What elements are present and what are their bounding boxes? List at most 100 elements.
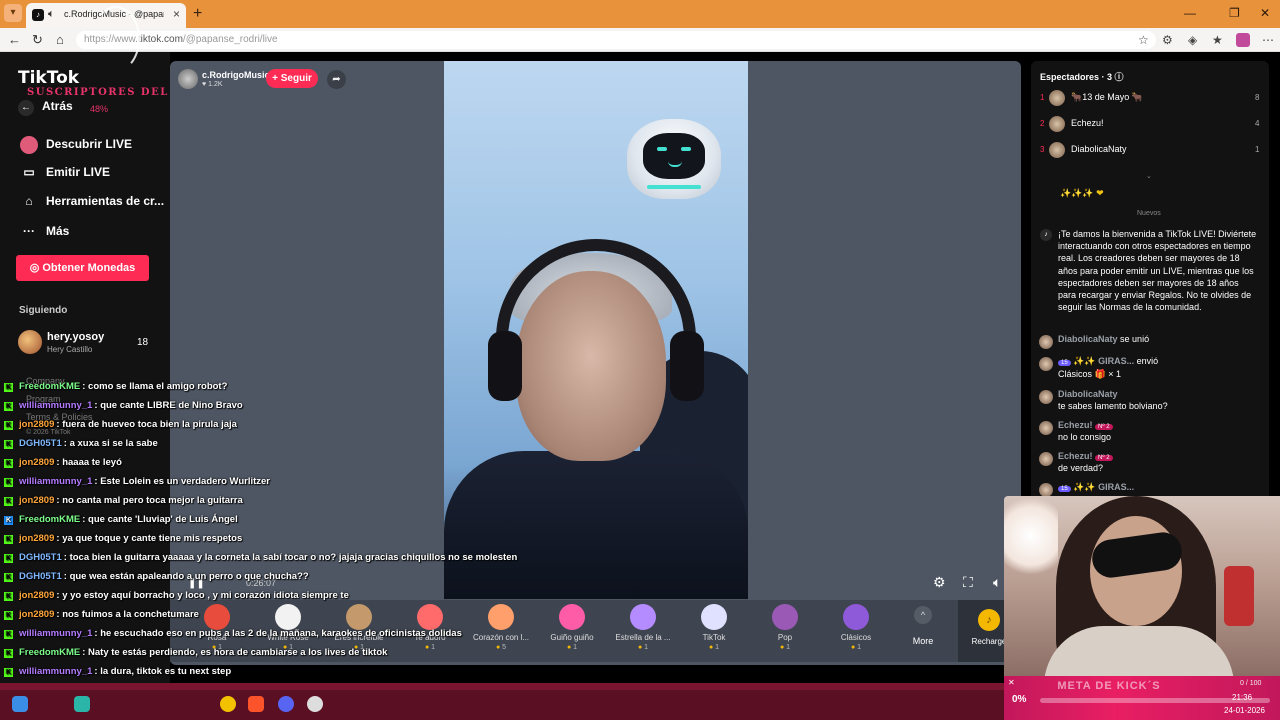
avatar[interactable]: [1039, 452, 1053, 466]
avatar[interactable]: [1039, 357, 1053, 371]
rank-name[interactable]: 🐂13 de Mayo 🐂: [1071, 92, 1143, 103]
fullscreen-icon[interactable]: ⛶: [963, 574, 973, 591]
overlay-chat-line: Kwilliammunny_1: Este Lolein es un verda…: [4, 476, 270, 487]
overlay-chat-message: : he escuchado eso en pubs a las 2 de la…: [94, 628, 462, 639]
chrome-icon[interactable]: [220, 696, 236, 712]
live-video[interactable]: [444, 61, 748, 599]
avatar[interactable]: [1039, 421, 1053, 435]
edge-icon[interactable]: [74, 696, 90, 712]
share-icon[interactable]: ➦: [327, 70, 346, 89]
tab-list-chevron-icon[interactable]: ▾: [4, 4, 22, 22]
url-field[interactable]: https://www.tiktok.com/@papanse_rodri/li…: [76, 31, 1156, 49]
background-object: [1224, 566, 1254, 626]
gift-icon: [630, 604, 656, 630]
nav-go-live[interactable]: ▭ Emitir LIVE: [20, 165, 110, 179]
new-tab-icon[interactable]: +: [193, 5, 202, 23]
profile-avatar[interactable]: [1236, 33, 1250, 47]
speaker-icon[interactable]: 🔈︎: [48, 8, 55, 21]
kick-icon: K: [4, 630, 13, 639]
gift-item[interactable]: Clásicos ● 1: [821, 604, 891, 651]
kick-icon: K: [4, 611, 13, 620]
chat-username[interactable]: Echezu!: [1058, 451, 1093, 461]
tiktok-logo[interactable]: TikTok: [18, 68, 79, 88]
avatar[interactable]: [1049, 90, 1065, 106]
gift-price-value: 1: [786, 644, 791, 651]
avatar[interactable]: [1049, 142, 1065, 158]
reload-icon[interactable]: ↻: [32, 32, 43, 48]
close-tab-icon[interactable]: ×: [173, 7, 180, 21]
follow-button[interactable]: + Seguir: [266, 69, 318, 88]
menu-icon[interactable]: ⋯: [1262, 33, 1274, 47]
settings-gear-icon[interactable]: ⚙: [933, 574, 946, 591]
overlay-chat-message: : la dura, tiktok es tu next step: [94, 666, 232, 677]
nav-discover-live[interactable]: Descubrir LIVE: [20, 136, 132, 154]
gift-icon: [772, 604, 798, 630]
robot-eye: [657, 147, 667, 151]
overlay-chat-message: : Este Lolein es un verdadero Wurlitzer: [94, 476, 271, 487]
shield-icon[interactable]: ◈: [1188, 33, 1197, 47]
overlay-chat-line: K DGH05T1: toca bien la guitarra yaaaaa y…: [4, 552, 517, 563]
home-icon[interactable]: ⌂: [56, 32, 64, 47]
chat-username[interactable]: Echezu!: [1058, 420, 1093, 430]
rank-name[interactable]: Echezu!: [1071, 118, 1104, 128]
nav-more[interactable]: ··· Más: [20, 224, 69, 238]
emoji-row: ✨✨✨ ❤: [1060, 188, 1104, 198]
overlay-chat-line: Kjon2809: nos fuimos a la conchetumare: [4, 609, 199, 620]
overlay-chat-user: FreedomKME: [19, 647, 81, 658]
gift-item[interactable]: Guiño guiño ● 1: [537, 604, 607, 651]
extensions-icon[interactable]: ⚙: [1162, 33, 1173, 47]
more-gifts-button[interactable]: ^ More: [903, 606, 943, 646]
gift-item[interactable]: TikTok ● 1: [679, 604, 749, 651]
chevron-down-icon[interactable]: ⌄: [1146, 172, 1152, 180]
overlay-chat-line: K FreedomKME: que cante 'Lluviap' de Luis…: [4, 514, 238, 525]
maximize-icon[interactable]: ❐: [1229, 6, 1240, 20]
new-label: Nuevos: [1137, 210, 1161, 217]
brave-icon[interactable]: [248, 696, 264, 712]
favorites-icon[interactable]: ★: [1212, 33, 1223, 47]
minimize-icon[interactable]: —: [1184, 6, 1196, 20]
avatar[interactable]: [1039, 335, 1053, 349]
avatar[interactable]: [1039, 483, 1053, 497]
gift-price: ● 1: [395, 644, 465, 651]
back-button[interactable]: ← Atrás: [18, 99, 73, 116]
overlay-chat-user: jon2809: [19, 495, 55, 506]
windows-start-icon[interactable]: [12, 696, 28, 712]
gift-item[interactable]: Corazón con l... ● 5: [466, 604, 536, 651]
chat-username[interactable]: GIRAS...: [1098, 482, 1134, 492]
host-avatar[interactable]: [178, 69, 198, 89]
rank-score: 1: [1255, 145, 1260, 154]
chat-username[interactable]: GIRAS...: [1098, 356, 1134, 366]
chat-event: 15 ✨✨ GIRAS...: [1058, 482, 1134, 493]
rank-name[interactable]: DiabolicaNaty: [1071, 144, 1127, 154]
chat-username[interactable]: DiabolicaNaty: [1058, 389, 1118, 399]
avatar[interactable]: [18, 330, 42, 354]
nav-creator-tools[interactable]: ⌂ Herramientas de cr...: [20, 194, 164, 208]
overlay-chat-line: Kjon2809: ya que toque y cante tiene mis…: [4, 533, 242, 544]
bookmark-star-icon[interactable]: ☆: [1138, 33, 1149, 47]
back-icon[interactable]: ←: [8, 32, 21, 47]
live-avatar-icon: [20, 136, 38, 154]
footer-copyright: © 2026 TikTok: [26, 429, 71, 436]
nav-label: Más: [46, 224, 70, 238]
obs-icon[interactable]: [307, 696, 323, 712]
host-name[interactable]: c.RodrigoMusic: [202, 70, 270, 80]
gift-item[interactable]: Estrella de la ... ● 1: [608, 604, 678, 651]
gift-price: ● 1: [608, 644, 678, 651]
chat-username[interactable]: DiabolicaNaty: [1058, 334, 1118, 344]
avatar[interactable]: [1049, 116, 1065, 132]
kick-icon: K: [4, 440, 13, 449]
get-coins-button[interactable]: ◎ Obtener Monedas: [16, 255, 149, 281]
gift-price-value: 1: [857, 644, 862, 651]
volume-icon[interactable]: 🔈︎: [993, 574, 1001, 591]
robot-sticker: [627, 119, 721, 199]
following-name[interactable]: hery.yosoy: [47, 331, 104, 343]
viewers-title: Espectadores · 3 ⓘ: [1040, 70, 1124, 83]
avatar[interactable]: [1039, 390, 1053, 404]
close-window-icon[interactable]: ✕: [1260, 6, 1270, 20]
info-icon[interactable]: ⓘ: [1115, 72, 1124, 82]
overlay-chat-message: : y yo estoy aquí borracho y loco , y mi…: [56, 590, 349, 601]
gift-item[interactable]: Pop ● 1: [750, 604, 820, 651]
headphone-cup: [488, 331, 522, 401]
discord-icon[interactable]: [278, 696, 294, 712]
gift-price: ● 5: [466, 644, 536, 651]
